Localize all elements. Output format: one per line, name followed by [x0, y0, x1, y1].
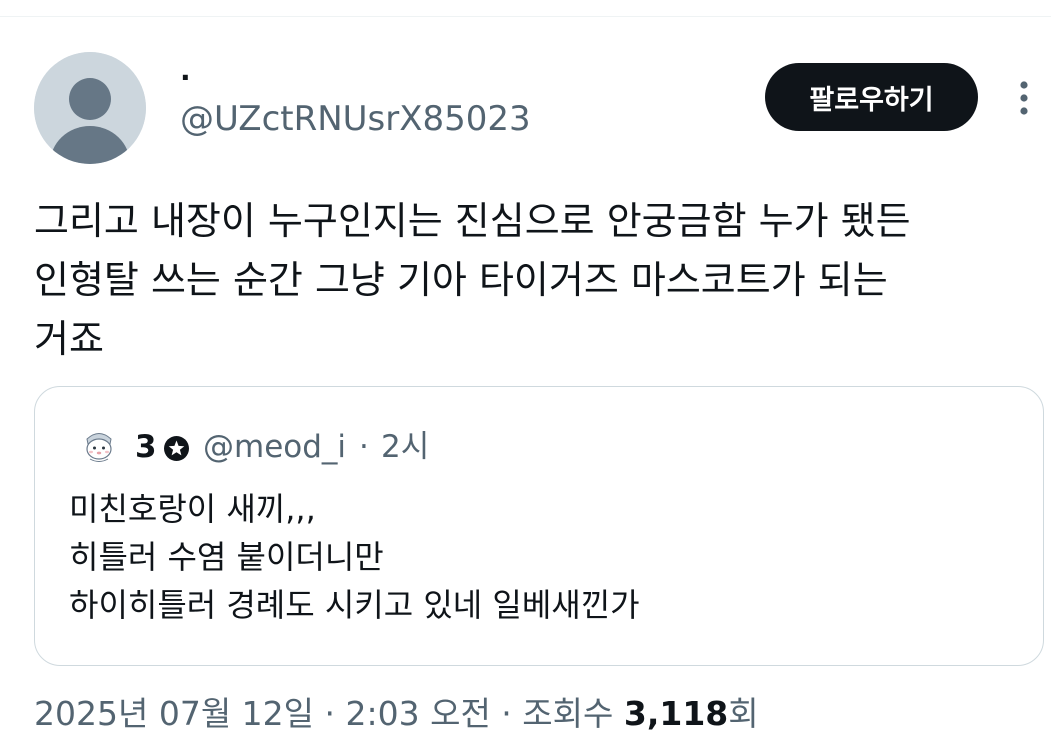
quoted-display-name[interactable]: 3	[135, 427, 157, 467]
views-suffix: 회	[728, 694, 759, 733]
tweet-date[interactable]: 2025년 07월 12일 · 2:03 오전 · 조회수	[34, 694, 624, 733]
default-profile-icon	[34, 52, 146, 164]
quoted-tweet-card[interactable]: 3 @meod_i · 2시 미친호랑이 새끼,,, 히틀러 수염 붙이더니만 …	[34, 386, 1044, 666]
quoted-separator: ·	[359, 429, 369, 465]
quoted-timestamp[interactable]: 2시	[381, 427, 429, 467]
quoted-handle[interactable]: @meod_i	[203, 427, 346, 467]
more-vertical-icon[interactable]	[1010, 78, 1038, 118]
quoted-tweet-text: 미친호랑이 새끼,,, 히틀러 수염 붙이더니만 하이히틀러 경례도 시키고 있…	[69, 490, 640, 624]
tweet-text: 그리고 내장이 누구인지는 진심으로 안궁금함 누가 됐든 인형탈 쓰는 순간 …	[34, 199, 911, 361]
views-count: 3,118	[623, 694, 729, 733]
follow-button[interactable]: 팔로우하기	[765, 63, 978, 131]
cartoon-character-avatar-icon[interactable]	[79, 425, 119, 465]
author-avatar[interactable]	[34, 52, 146, 164]
author-display-name[interactable]: ·	[180, 62, 191, 94]
tweet-meta: 2025년 07월 12일 · 2:03 오전 · 조회수 3,118회	[34, 692, 759, 736]
author-handle[interactable]: @UZctRNUsrX85023	[180, 98, 531, 140]
top-divider	[0, 16, 1051, 17]
star-circle-icon	[163, 435, 190, 462]
